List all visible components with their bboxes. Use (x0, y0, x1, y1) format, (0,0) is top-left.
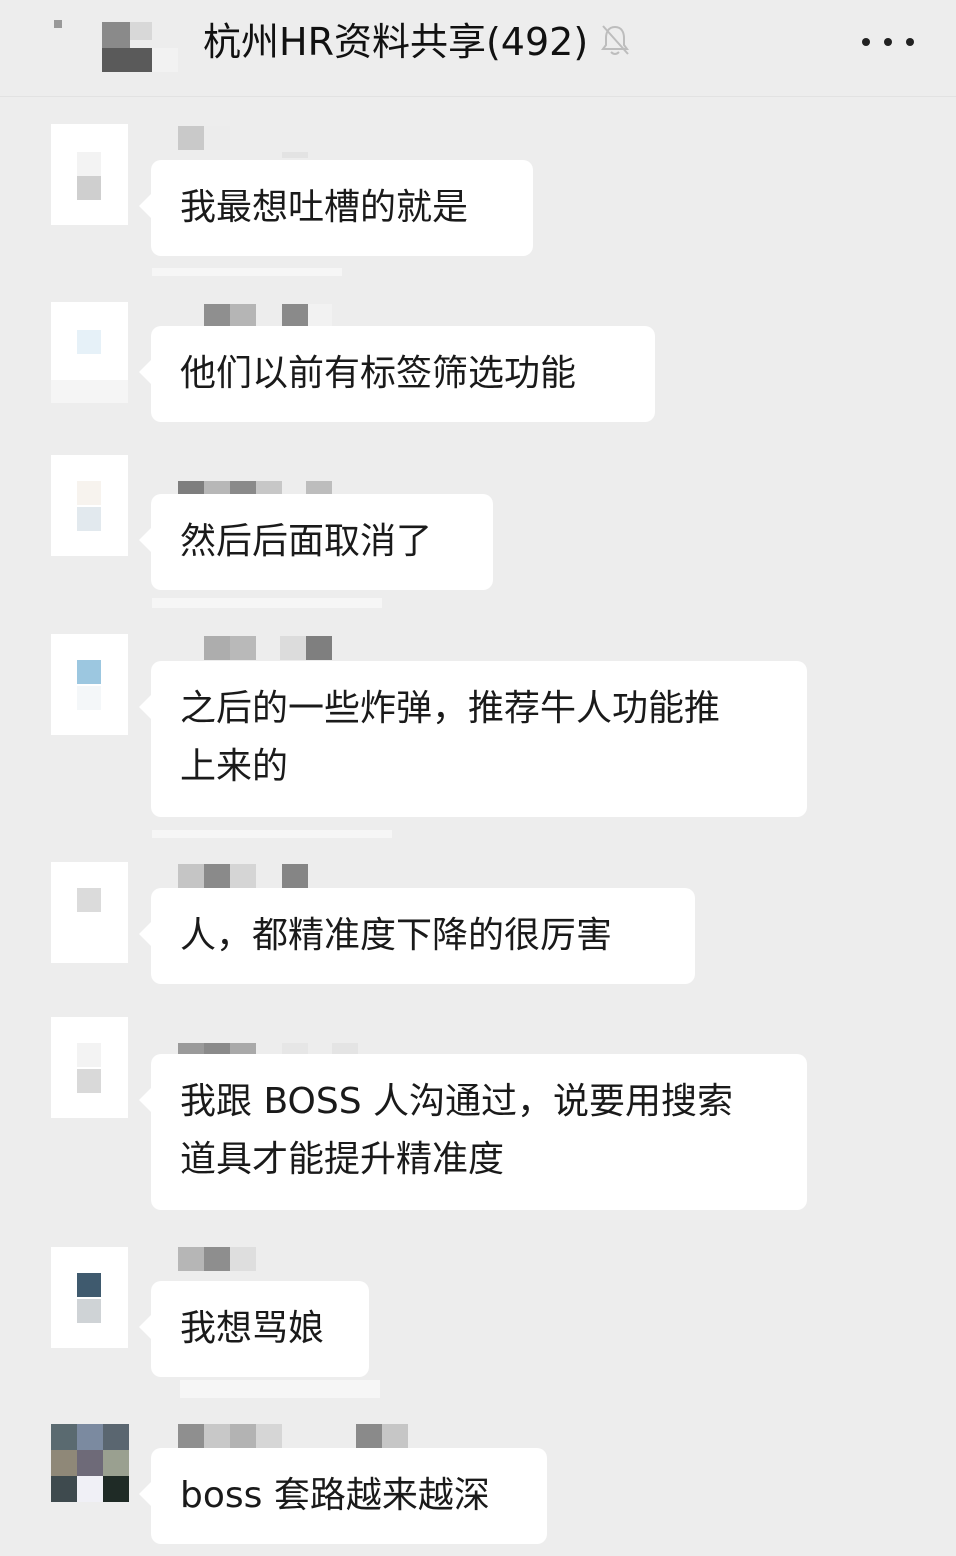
message-bubble[interactable]: 人，都精准度下降的很厉害 (139, 888, 695, 984)
message-bubble[interactable]: 然后后面取消了 (139, 494, 493, 590)
message-row: 人，都精准度下降的很厉害 (0, 862, 956, 992)
message-row: 我跟 BOSS 人沟通过，说要用搜索 道具才能提升精准度 (0, 1015, 956, 1225)
group-avatar-pixel (102, 22, 130, 48)
message-bubble[interactable]: 我跟 BOSS 人沟通过，说要用搜索 道具才能提升精准度 (139, 1054, 807, 1210)
back-arrow-icon (54, 20, 62, 28)
more-dots-icon[interactable] (862, 28, 914, 56)
avatar[interactable] (51, 124, 128, 225)
message-line: 道具才能提升精准度 (180, 1139, 505, 1180)
bell-off-icon (601, 25, 629, 55)
message-bubble[interactable]: boss 套路越来越深 (139, 1448, 547, 1544)
message-bubble[interactable]: 之后的一些炸弹，推荐牛人功能推 上来的 (139, 661, 807, 817)
message-bubble[interactable]: 我最想吐槽的就是 (139, 160, 533, 256)
message-row: 他们以前有标签筛选功能 (0, 300, 956, 430)
message-line: 上来的 (180, 746, 289, 787)
message-row: boss 套路越来越深 (0, 1420, 956, 1556)
avatar[interactable] (51, 455, 128, 556)
message-row: 我最想吐槽的就是 (0, 120, 956, 260)
avatar[interactable] (51, 1424, 129, 1502)
message-row: 然后后面取消了 (0, 455, 956, 605)
message-bubble[interactable]: 他们以前有标签筛选功能 (139, 326, 655, 422)
avatar[interactable] (51, 1017, 128, 1118)
avatar[interactable] (51, 862, 128, 963)
message-line: 之后的一些炸弹，推荐牛人功能推 (180, 688, 721, 729)
avatar[interactable] (51, 1247, 128, 1348)
back-button[interactable] (40, 14, 190, 78)
avatar[interactable] (51, 302, 128, 403)
message-line: 我跟 BOSS 人沟通过，说要用搜索 (180, 1081, 733, 1122)
avatar[interactable] (51, 634, 128, 735)
chat-title: 杭州HR资料共享(492) (203, 20, 589, 64)
message-row: 我想骂娘 (0, 1245, 956, 1400)
chat-header: 杭州HR资料共享(492) (0, 0, 956, 97)
message-row: 之后的一些炸弹，推荐牛人功能推 上来的 (0, 632, 956, 822)
message-bubble[interactable]: 我想骂娘 (139, 1281, 369, 1377)
